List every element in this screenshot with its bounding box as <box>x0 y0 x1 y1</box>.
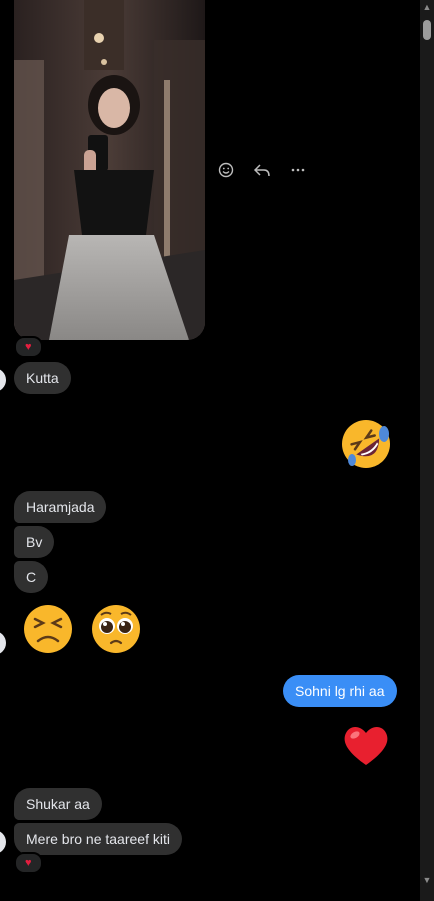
incoming-message[interactable]: Bv <box>14 526 55 558</box>
avatar[interactable] <box>0 631 6 655</box>
reply-icon[interactable] <box>252 160 272 180</box>
chat-viewport: ♥ Kutta Haramjada Bv C Sohni lg rhi aa S… <box>0 0 434 901</box>
pleading-face-emoji[interactable] <box>90 603 142 655</box>
avatar[interactable] <box>0 368 6 392</box>
smile-icon[interactable] <box>216 160 236 180</box>
red-heart-emoji[interactable] <box>340 719 392 771</box>
rolling-on-floor-laughing-emoji[interactable] <box>340 418 392 470</box>
outgoing-message[interactable]: Sohni lg rhi aa <box>283 675 397 707</box>
incoming-message[interactable]: Kutta <box>14 362 71 394</box>
incoming-message[interactable]: C <box>14 561 49 593</box>
scroll-down-arrow-icon[interactable]: ▼ <box>420 873 434 887</box>
shared-photo[interactable] <box>14 0 205 340</box>
more-icon[interactable] <box>288 160 308 180</box>
heart-icon: ♥ <box>25 856 32 869</box>
scrollbar[interactable]: ▲ ▼ <box>420 0 434 901</box>
heart-icon: ♥ <box>25 340 32 353</box>
message-actions <box>216 160 308 180</box>
incoming-message[interactable]: Shukar aa <box>14 788 102 820</box>
incoming-message[interactable]: Haramjada <box>14 491 107 523</box>
photo-reaction-badge[interactable]: ♥ <box>14 336 43 358</box>
avatar[interactable] <box>0 830 6 854</box>
incoming-message[interactable]: Mere bro ne taareef kiti <box>14 823 182 855</box>
tired-face-emoji[interactable] <box>22 603 74 655</box>
message-reaction-badge[interactable]: ♥ <box>14 852 43 874</box>
scroll-up-arrow-icon[interactable]: ▲ <box>420 0 434 14</box>
photo-image <box>14 0 205 340</box>
scroll-thumb[interactable] <box>423 20 431 40</box>
